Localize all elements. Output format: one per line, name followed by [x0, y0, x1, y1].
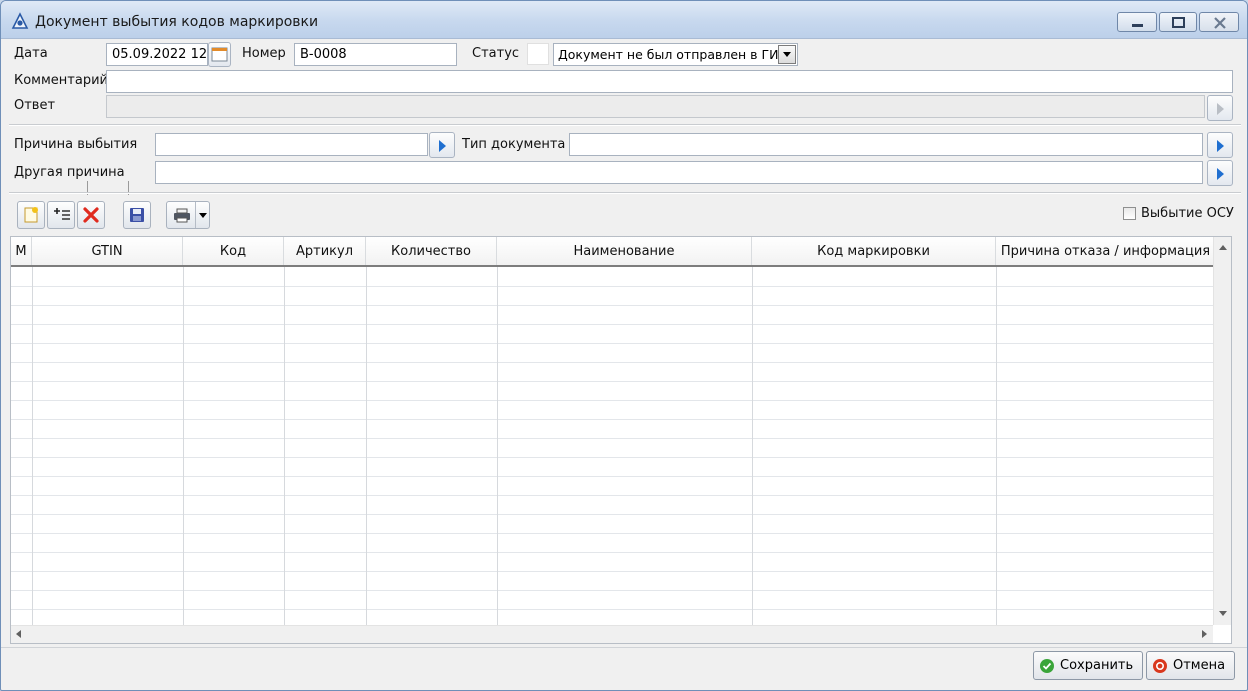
calendar-icon [211, 47, 228, 62]
arrow-right-icon [1217, 168, 1224, 180]
add-row-button[interactable] [47, 201, 75, 229]
column-header-quantity[interactable]: Количество [366, 237, 497, 265]
arrow-right-icon [439, 140, 446, 152]
answer-input [106, 95, 1205, 118]
column-header-name[interactable]: Наименование [497, 237, 752, 265]
add-icon [24, 207, 38, 223]
section-divider [9, 192, 1241, 194]
save-button[interactable]: Сохранить [1033, 651, 1143, 680]
osu-label: Выбытие ОСУ [1141, 206, 1234, 221]
close-button[interactable] [1199, 12, 1239, 32]
comment-input[interactable] [106, 70, 1233, 93]
other-reason-input[interactable] [155, 161, 1203, 184]
scroll-down-icon[interactable] [1219, 611, 1227, 616]
table-body [11, 267, 1213, 627]
date-label: Дата [14, 46, 48, 61]
save-button-label: Сохранить [1060, 658, 1134, 673]
column-header-m[interactable]: М [11, 237, 32, 265]
save-icon [130, 208, 144, 222]
horizontal-scrollbar[interactable] [11, 625, 1215, 643]
status-indicator [527, 43, 549, 65]
reason-select-button[interactable] [429, 132, 455, 158]
delete-icon [83, 207, 99, 223]
section-divider [9, 124, 1241, 126]
other-reason-label: Другая причина [14, 165, 125, 180]
restore-icon [1172, 17, 1185, 28]
scroll-left-icon[interactable] [16, 630, 21, 638]
add-button[interactable] [17, 201, 45, 229]
comment-label: Комментарий [14, 73, 108, 88]
cancel-icon [1153, 659, 1167, 673]
title-bar[interactable]: Документ выбытия кодов маркировки [1, 1, 1247, 39]
arrow-right-icon [1217, 103, 1224, 115]
osu-checkbox[interactable] [1123, 207, 1136, 220]
print-dropdown-icon[interactable] [195, 202, 209, 228]
print-icon [174, 208, 190, 223]
status-select[interactable]: Документ не был отправлен в ГИС [553, 43, 798, 66]
chevron-down-icon[interactable] [778, 45, 796, 64]
maximize-button[interactable] [1159, 12, 1197, 32]
reason-input[interactable] [155, 133, 428, 156]
app-icon [11, 12, 29, 29]
checkmark-icon [1040, 659, 1054, 673]
doctype-label: Тип документа [462, 137, 566, 152]
minimize-icon [1132, 24, 1143, 27]
other-reason-select-button[interactable] [1207, 160, 1233, 186]
column-header-refusal-reason[interactable]: Причина отказа / информация [996, 237, 1215, 265]
codes-table[interactable]: М GTIN Код Артикул Количество Наименован… [10, 236, 1232, 644]
close-icon [1214, 17, 1226, 29]
number-label: Номер [242, 46, 286, 61]
vertical-scrollbar[interactable] [1213, 237, 1231, 627]
table-header: М GTIN Код Артикул Количество Наименован… [11, 237, 1215, 267]
answer-open-button [1207, 95, 1233, 121]
cancel-button[interactable]: Отмена [1146, 651, 1235, 680]
status-label: Статус [472, 46, 520, 61]
reason-label: Причина выбытия [14, 137, 138, 152]
window-title: Документ выбытия кодов маркировки [35, 14, 319, 30]
add-row-icon [54, 208, 70, 220]
answer-label: Ответ [14, 98, 56, 113]
calendar-button[interactable] [208, 42, 231, 67]
arrow-right-icon [1217, 140, 1224, 152]
scroll-corner [1213, 625, 1231, 643]
scroll-up-icon[interactable] [1219, 245, 1227, 250]
minimize-button[interactable] [1117, 12, 1157, 32]
status-select-value: Документ не был отправлен в ГИС [558, 47, 788, 62]
scroll-right-icon[interactable] [1202, 630, 1207, 638]
dialog-window: Документ выбытия кодов маркировки Дата 0… [0, 0, 1248, 691]
cancel-button-label: Отмена [1173, 658, 1226, 673]
doctype-select-button[interactable] [1207, 132, 1233, 158]
column-header-gtin[interactable]: GTIN [32, 237, 183, 265]
delete-button[interactable] [77, 201, 105, 229]
doctype-input[interactable] [569, 133, 1203, 156]
number-input[interactable]: В-0008 [294, 43, 457, 66]
print-button[interactable] [166, 201, 210, 229]
footer-divider [1, 647, 1247, 648]
save-toolbar-button[interactable] [123, 201, 151, 229]
column-header-article[interactable]: Артикул [284, 237, 366, 265]
column-header-code[interactable]: Код [183, 237, 284, 265]
date-input[interactable]: 05.09.2022 12 [106, 43, 208, 66]
column-header-marking-code[interactable]: Код маркировки [752, 237, 996, 265]
